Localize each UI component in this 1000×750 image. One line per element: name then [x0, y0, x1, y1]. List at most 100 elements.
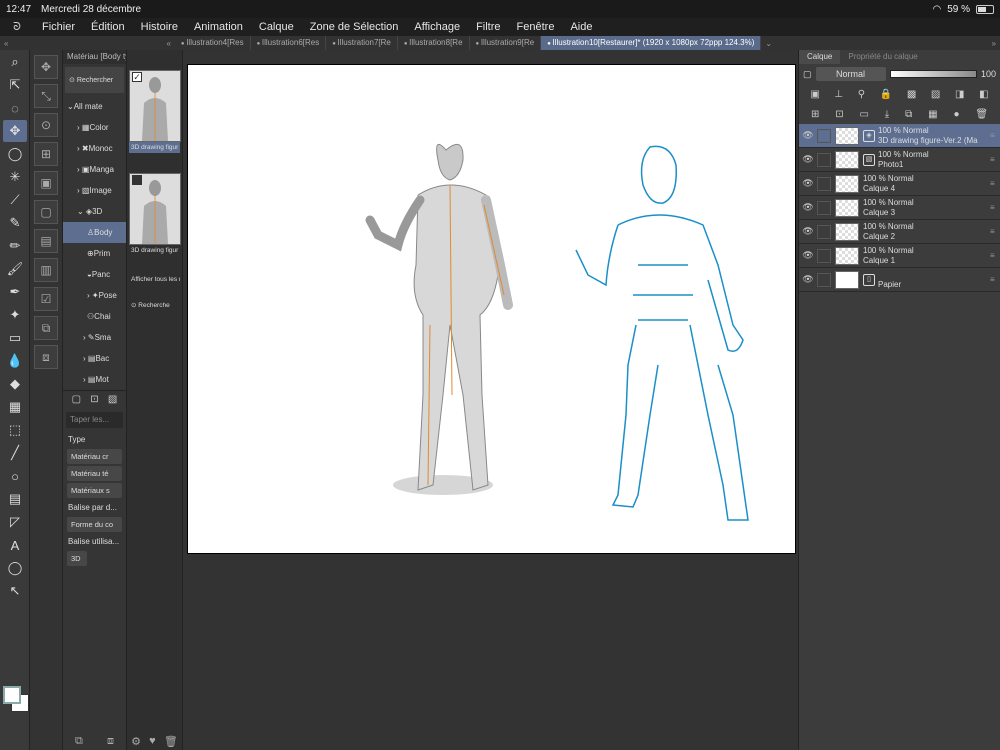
correction-icon[interactable]: ↖	[3, 580, 27, 602]
menu-window[interactable]: Fenêtre	[509, 21, 563, 33]
lock-icon[interactable]: 🔒	[880, 89, 892, 100]
shape-icon[interactable]: ⬚	[3, 419, 27, 441]
tree-item-panorama[interactable]: ◒ Panc	[63, 264, 126, 285]
layer-row[interactable]: 👁 ▯ Papier ≡	[799, 268, 1000, 292]
tab-illustration10[interactable]: Illustration10[Restaurer]* (1920 x 1080p…	[541, 36, 762, 50]
menu-view[interactable]: Affichage	[406, 21, 468, 33]
tab-layer-property[interactable]: Propriété du calque	[840, 50, 925, 64]
layer-lock-toggle[interactable]	[817, 224, 831, 239]
tree-item-pose[interactable]: › ✦ Pose	[63, 285, 126, 306]
tree-item-primitive[interactable]: ⊕ Prim	[63, 243, 126, 264]
mask-icon[interactable]: ●	[953, 109, 959, 120]
thumb-body-type-1[interactable]: ✓	[129, 70, 181, 142]
brush-icon[interactable]: 🖌	[3, 258, 27, 280]
eyedropper-icon[interactable]: ⟋	[3, 189, 27, 211]
folder-icon[interactable]: ▢	[72, 394, 81, 405]
layer-menu-icon[interactable]: ≡	[990, 275, 1000, 284]
subtool-check-icon[interactable]: ☑	[34, 287, 58, 311]
visibility-eye-icon[interactable]: 👁	[799, 202, 817, 213]
balloon-icon[interactable]: ◯	[3, 557, 27, 579]
tree-item-image[interactable]: › ▧ Image	[63, 180, 126, 201]
canvas[interactable]	[187, 64, 796, 554]
menu-help[interactable]: Aide	[562, 21, 600, 33]
show-all-materials[interactable]: Afficher tous les ma	[129, 274, 180, 285]
tag-chip[interactable]: Forme du co	[67, 517, 122, 532]
layer-color-change-icon[interactable]: ◧	[979, 89, 988, 100]
lock-alpha-icon[interactable]: ▩	[907, 89, 916, 100]
subtool-copy-icon[interactable]: ⧉	[34, 316, 58, 340]
type-chip-3[interactable]: Matériaux s	[67, 483, 122, 498]
menu-animation[interactable]: Animation	[186, 21, 251, 33]
material-search-button[interactable]: ⊙ Rechercher	[65, 67, 124, 93]
app-logo-icon[interactable]: ᘐ	[0, 21, 34, 34]
layer-menu-icon[interactable]: ≡	[990, 251, 1000, 260]
menu-history[interactable]: Histoire	[133, 21, 186, 33]
paste-icon[interactable]: ⧉	[75, 735, 83, 748]
clip-icon[interactable]: ⊥	[834, 89, 843, 100]
menu-selection[interactable]: Zone de Sélection	[302, 21, 407, 33]
layer-color-icon[interactable]: ▢	[803, 69, 812, 80]
checkbox-checked-icon[interactable]: ✓	[132, 72, 142, 82]
layer-row[interactable]: 👁 ◈ 100 % Normal 3D drawing figure-Ver.2 (M…	[799, 124, 1000, 148]
layer-menu-icon[interactable]: ≡	[990, 131, 1000, 140]
ruler-icon[interactable]: ◸	[3, 511, 27, 533]
layer-row[interactable]: 👁 100 % Normal Calque 1 ≡	[799, 244, 1000, 268]
type-chip-1[interactable]: Matériau cr	[67, 449, 122, 464]
type-chip-2[interactable]: Matériau té	[67, 466, 122, 481]
image-icon[interactable]: ▧	[108, 394, 117, 405]
layer-lock-toggle[interactable]	[817, 176, 831, 191]
tab-layer[interactable]: Calque	[799, 50, 841, 64]
move-tool-icon[interactable]: ✥	[3, 120, 27, 142]
menu-layer[interactable]: Calque	[251, 21, 302, 33]
eraser-icon[interactable]: ▭	[3, 327, 27, 349]
tree-item-color[interactable]: › ▦ Color	[63, 117, 126, 138]
zoom-icon[interactable]: ⌕	[3, 51, 27, 73]
sketch-figure[interactable]	[575, 145, 749, 521]
tree-item-motion[interactable]: › ▤ Mot	[63, 369, 126, 390]
copy-icon[interactable]: ⧈	[107, 735, 114, 748]
chevron-down-icon[interactable]: ⌄	[761, 39, 776, 48]
tree-item-body-type[interactable]: ♙ Body	[63, 222, 126, 243]
import-icon[interactable]: ⊡	[90, 394, 98, 405]
magic-wand-icon[interactable]: ✳	[3, 166, 27, 188]
subtool-paste-icon[interactable]: ⧈	[34, 345, 58, 369]
tab-illustration4[interactable]: Illustration4[Res	[175, 36, 251, 50]
visibility-eye-icon[interactable]: 👁	[799, 130, 817, 141]
selection-icon[interactable]: ◯	[3, 143, 27, 165]
blend-icon[interactable]: 💧	[3, 350, 27, 372]
subtool-transform-icon[interactable]: ⤡	[34, 84, 58, 108]
tab-illustration6[interactable]: Illustration6[Res	[251, 36, 327, 50]
layer-row[interactable]: 👁 ▧ 100 % Normal Photo1 ≡	[799, 148, 1000, 172]
lasso-select-icon[interactable]: ◌	[3, 97, 27, 119]
frame-icon[interactable]: ▤	[3, 488, 27, 510]
tree-item-background[interactable]: › ▤ Bac	[63, 348, 126, 369]
subtool-object-icon[interactable]: ⊞	[34, 142, 58, 166]
tab-illustration7[interactable]: Illustration7[Re	[326, 36, 398, 50]
subtool-panel-icon[interactable]: ▤	[34, 229, 58, 253]
menu-edit[interactable]: Édition	[83, 21, 133, 33]
layer-lock-toggle[interactable]	[817, 248, 831, 263]
opacity-slider[interactable]	[889, 70, 977, 78]
draft-icon[interactable]: ◨	[955, 89, 964, 100]
layer-lock-toggle[interactable]	[817, 128, 831, 143]
line-icon[interactable]: ╱	[3, 442, 27, 464]
text-icon[interactable]: A	[3, 534, 27, 556]
visibility-eye-icon[interactable]: 👁	[799, 154, 817, 165]
subtool-3d-icon[interactable]: ⊙	[34, 113, 58, 137]
subtool-material-icon[interactable]: ▥	[34, 258, 58, 282]
gradient-icon[interactable]: ▦	[3, 396, 27, 418]
layer-menu-icon[interactable]: ≡	[990, 203, 1000, 212]
subtool-grid-icon[interactable]: ▣	[34, 171, 58, 195]
foreground-color-icon[interactable]	[3, 686, 21, 704]
fill-layer-icon[interactable]: ▦	[928, 109, 937, 120]
trash-icon[interactable]: 🗑	[164, 735, 178, 748]
visibility-eye-icon[interactable]: 👁	[799, 226, 817, 237]
reference-icon[interactable]: ⚲	[858, 89, 865, 100]
visibility-eye-icon[interactable]: 👁	[799, 274, 817, 285]
material-search-input[interactable]: Taper les...	[66, 412, 123, 428]
fill-icon[interactable]: ◆	[3, 373, 27, 395]
delete-layer-icon[interactable]: 🗑	[975, 109, 988, 120]
merge-down-icon[interactable]: ⤓	[885, 109, 889, 120]
menu-file[interactable]: Fichier	[34, 21, 83, 33]
tree-item-monochrome[interactable]: › ✖ Monoc	[63, 138, 126, 159]
